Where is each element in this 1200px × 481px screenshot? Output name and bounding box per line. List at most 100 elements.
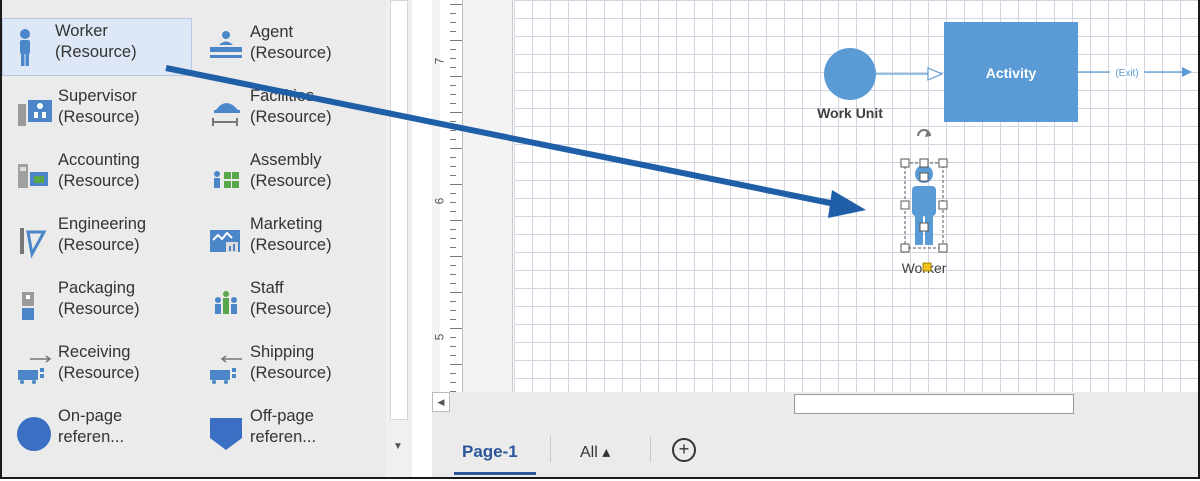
page-tabs-bar: Page-1 All ▴ + xyxy=(432,420,1198,477)
stencil-shape-assembly[interactable]: Assembly (Resource) xyxy=(198,148,383,204)
ruler-tick xyxy=(450,238,456,239)
add-page-icon[interactable]: + xyxy=(672,438,696,462)
stencil-shape-label: Packaging (Resource) xyxy=(58,279,140,318)
facilities-icon xyxy=(206,90,246,134)
ruler-label: 7 xyxy=(432,57,447,65)
ruler-tick xyxy=(450,346,456,347)
ruler-tick xyxy=(450,58,456,59)
ruler-label: 6 xyxy=(432,197,447,205)
horizontal-scroll-thumb[interactable] xyxy=(794,394,1074,414)
ruler-tick xyxy=(450,85,456,86)
stencil-shape-staff[interactable]: Staff (Resource) xyxy=(198,276,383,332)
arrowhead-icon xyxy=(927,67,944,81)
stencil-shape-label: Marketing (Resource) xyxy=(250,215,332,254)
scroll-down-icon[interactable]: ▼ xyxy=(390,440,406,454)
stencil-scrollbar[interactable]: ▼ xyxy=(386,0,412,477)
active-tab-indicator xyxy=(454,472,536,475)
supervisor-icon xyxy=(14,90,54,134)
work-unit-label: Work Unit xyxy=(817,105,883,121)
stencil-shape-accounting[interactable]: Accounting (Resource) xyxy=(6,148,191,204)
exit-label: (Exit) xyxy=(1115,68,1138,79)
stencil-shape-facilities[interactable]: Facilities (Resource) xyxy=(198,84,383,140)
ruler-tick xyxy=(450,94,456,95)
stencil-shape-packaging[interactable]: Packaging (Resource) xyxy=(6,276,191,332)
stencil-shape-label: Facilities (Resource) xyxy=(250,87,332,126)
stencil-shape-supervisor[interactable]: Supervisor (Resource) xyxy=(6,84,191,140)
ruler-tick xyxy=(450,103,456,104)
exit-arrowhead-icon xyxy=(1182,67,1192,77)
stencil-shape-shipping[interactable]: Shipping (Resource) xyxy=(198,340,383,396)
ruler-tick xyxy=(450,157,456,158)
stencil-shape-label: Shipping (Resource) xyxy=(250,343,332,382)
stencil-shape-label: Engineering (Resource) xyxy=(58,215,147,254)
ruler-tick xyxy=(450,139,456,140)
shapes-stencil-panel: Worker (Resource) Agent (Resource) Super… xyxy=(2,0,412,477)
ruler-tick xyxy=(450,220,462,221)
ruler-tick xyxy=(450,382,456,383)
on-page-reference-icon xyxy=(14,410,54,454)
off-page-reference-icon xyxy=(206,410,246,454)
ruler-tick xyxy=(450,76,462,77)
stencil-shape-label: Accounting (Resource) xyxy=(58,151,140,190)
marketing-icon xyxy=(206,218,246,262)
horizontal-scrollbar[interactable]: ◀ xyxy=(432,392,1198,420)
ruler-tick xyxy=(450,13,456,14)
ruler-tick xyxy=(450,211,456,212)
ruler-tick xyxy=(450,166,456,167)
activity-label: Activity xyxy=(986,65,1037,81)
tab-page-1[interactable]: Page-1 xyxy=(462,442,518,462)
ruler-tick xyxy=(450,130,456,131)
ruler-tick xyxy=(450,283,456,284)
control-handle[interactable] xyxy=(922,262,932,272)
ruler-tick xyxy=(450,301,456,302)
ruler-tick xyxy=(450,364,462,365)
stencil-shape-marketing[interactable]: Marketing (Resource) xyxy=(198,212,383,268)
stencil-shape-label: Staff (Resource) xyxy=(250,279,332,318)
stencil-shape-off-page-reference[interactable]: Off-page referen... xyxy=(198,404,383,460)
drawing-canvas[interactable]: Work Unit Activity (Exit) xyxy=(514,0,1198,392)
ruler-label: 5 xyxy=(432,333,447,341)
ruler-tick xyxy=(450,292,462,293)
ruler-tick xyxy=(450,121,456,122)
ruler-tick xyxy=(450,202,456,203)
stencil-shape-label: Off-page referen... xyxy=(250,407,317,446)
tab-separator xyxy=(650,436,651,462)
ruler-tick xyxy=(450,184,462,185)
ruler-tick xyxy=(450,337,456,338)
stencil-shape-receiving[interactable]: Receiving (Resource) xyxy=(6,340,191,396)
diagram-svg: Work Unit Activity (Exit) xyxy=(817,22,1192,276)
stencil-shape-on-page-reference[interactable]: On-page referen... xyxy=(6,404,191,460)
ruler-tick xyxy=(450,265,456,266)
packaging-icon xyxy=(14,282,54,326)
agent-icon xyxy=(206,26,246,70)
shipping-icon xyxy=(206,346,246,390)
ruler-tick xyxy=(450,67,456,68)
ruler-tick xyxy=(450,112,462,113)
stencil-shape-label: Assembly (Resource) xyxy=(250,151,332,190)
vertical-ruler: 7 6 5 xyxy=(432,0,513,392)
ruler-tick xyxy=(450,40,462,41)
ruler-tick xyxy=(450,49,456,50)
stencil-shape-label: Worker (Resource) xyxy=(55,22,137,61)
visio-window: Worker (Resource) Agent (Resource) Super… xyxy=(0,0,1200,479)
accounting-icon xyxy=(14,154,54,198)
ruler-tick xyxy=(450,256,462,257)
ruler-tick xyxy=(450,193,456,194)
work-unit-shape[interactable] xyxy=(824,48,876,100)
stencil-shape-label: Supervisor (Resource) xyxy=(58,87,140,126)
assembly-icon xyxy=(206,154,246,198)
stencil-shape-label: On-page referen... xyxy=(58,407,125,446)
ruler-tick xyxy=(450,274,456,275)
ruler-tick xyxy=(450,319,456,320)
stencil-scroll-track[interactable] xyxy=(390,0,408,420)
stencil-shape-worker[interactable]: Worker (Resource) xyxy=(2,18,192,76)
scroll-left-icon[interactable]: ◀ xyxy=(432,392,450,412)
all-pages-menu[interactable]: All ▴ xyxy=(580,442,610,462)
rotate-handle-icon[interactable] xyxy=(917,129,931,137)
ruler-tick xyxy=(450,328,462,329)
stencil-shape-agent[interactable]: Agent (Resource) xyxy=(198,20,383,76)
ruler-tick xyxy=(450,229,456,230)
stencil-shape-engineering[interactable]: Engineering (Resource) xyxy=(6,212,191,268)
ruler-tick xyxy=(450,247,456,248)
staff-icon xyxy=(206,282,246,326)
